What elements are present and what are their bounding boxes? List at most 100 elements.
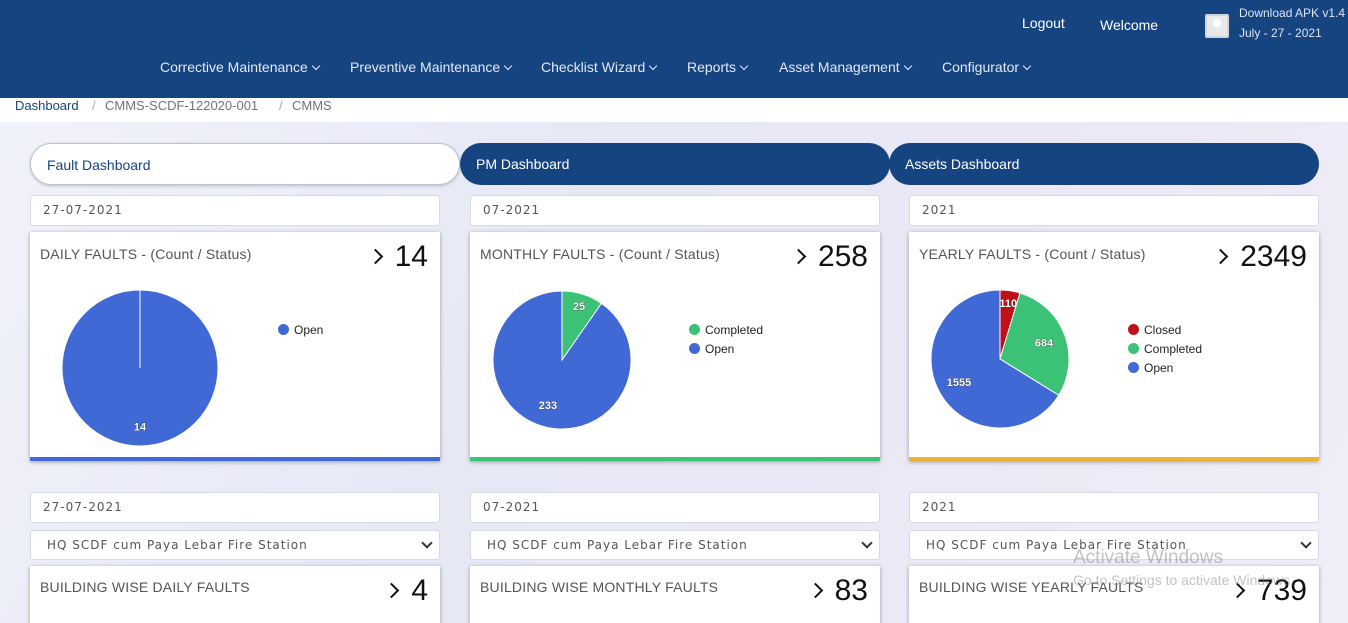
count-value: 4 — [411, 574, 428, 607]
chevron-down-icon — [649, 61, 658, 71]
card-title: BUILDING WISE MONTHLY FAULTS — [480, 579, 719, 595]
yearly-faults-pie-chart: 110 684 1555 — [930, 289, 1070, 429]
download-apk-link[interactable]: Download APK v1.4 — [1239, 6, 1345, 20]
nav-label: Corrective Maintenance — [160, 59, 308, 75]
chevron-down-icon — [503, 61, 513, 71]
tab-fault-dashboard[interactable]: Fault Dashboard — [30, 143, 460, 185]
chevron-down-icon — [739, 61, 749, 71]
chevron-right-icon — [807, 582, 823, 599]
legend-dot-icon — [1128, 343, 1139, 354]
legend-label: Closed — [1144, 322, 1182, 337]
breadcrumb-cmms: CMMS — [292, 98, 332, 113]
card-accent-bar — [30, 457, 440, 461]
pie-value-label: 110 — [999, 298, 1017, 310]
chevron-right-icon — [384, 582, 400, 599]
welcome-text: Welcome — [1100, 17, 1159, 33]
count-value: 2349 — [1240, 240, 1307, 273]
nav-corrective-maintenance[interactable]: Corrective Maintenance — [160, 59, 321, 75]
card-title: BUILDING WISE DAILY FAULTS — [40, 579, 250, 595]
card-accent-bar — [470, 457, 880, 461]
legend-item-open[interactable]: Open — [278, 320, 323, 339]
card-count[interactable]: 14 — [367, 240, 428, 274]
nav-asset-management[interactable]: Asset Management — [779, 59, 912, 75]
building-daily-select[interactable]: HQ SCDF cum Paya Lebar Fire Station — [30, 530, 440, 560]
legend-dot-icon — [689, 343, 700, 354]
top-navbar: Logout Welcome Download APK v1.4 July - … — [0, 0, 1348, 98]
chart-legend: Open — [278, 320, 323, 339]
nav-label: Reports — [687, 59, 737, 75]
legend-label: Completed — [705, 322, 764, 337]
legend-item-completed[interactable]: Completed — [689, 320, 763, 339]
chevron-right-icon — [367, 248, 383, 265]
select-value: HQ SCDF cum Paya Lebar Fire Station — [487, 538, 748, 552]
legend-dot-icon — [1128, 362, 1139, 373]
chevron-right-icon — [790, 248, 807, 265]
activate-windows-hint: Go to Settings to activate Windows. — [1073, 572, 1294, 588]
chevron-down-icon — [861, 537, 873, 549]
monthly-date-input[interactable]: 07-2021 — [470, 195, 880, 226]
chevron-down-icon — [1300, 537, 1312, 549]
monthly-faults-card: MONTHLY FAULTS - (Count / Status) 258 25… — [470, 232, 880, 461]
card-title: MONTHLY FAULTS - (Count / Status) — [480, 246, 720, 262]
legend-label: Completed — [1144, 341, 1203, 356]
pie-value-label: 14 — [134, 422, 147, 434]
building-yearly-date-input[interactable]: 2021 — [909, 492, 1319, 523]
pie-value-label: 1555 — [947, 377, 971, 389]
nav-checklist-wizard[interactable]: Checklist Wizard — [541, 59, 658, 75]
legend-label: Open — [294, 322, 324, 337]
chevron-down-icon — [1022, 61, 1032, 71]
card-count[interactable]: 4 — [384, 574, 428, 608]
nav-label: Configurator — [942, 59, 1020, 75]
daily-faults-card: DAILY FAULTS - (Count / Status) 14 14 Op… — [30, 232, 440, 461]
breadcrumb-separator: / — [279, 98, 283, 113]
building-monthly-date-input[interactable]: 07-2021 — [470, 492, 880, 523]
building-daily-faults-card: BUILDING WISE DAILY FAULTS 4 — [30, 566, 440, 623]
nav-preventive-maintenance[interactable]: Preventive Maintenance — [350, 59, 513, 75]
tab-assets-dashboard[interactable]: Assets Dashboard — [889, 143, 1319, 185]
building-monthly-select[interactable]: HQ SCDF cum Paya Lebar Fire Station — [470, 530, 880, 560]
chart-legend: Closed Completed Open — [1128, 320, 1202, 377]
card-accent-bar — [909, 457, 1319, 461]
tab-pm-dashboard[interactable]: PM Dashboard — [460, 143, 890, 185]
breadcrumb: Dashboard / CMMS-SCDF-122020-001 / CMMS — [0, 98, 1348, 122]
legend-item-closed[interactable]: Closed — [1128, 320, 1202, 339]
building-monthly-faults-card: BUILDING WISE MONTHLY FAULTS 83 — [470, 566, 880, 623]
chevron-down-icon — [903, 61, 912, 71]
chart-legend: Completed Open — [689, 320, 763, 358]
nav-reports[interactable]: Reports — [687, 59, 749, 75]
legend-dot-icon — [689, 324, 700, 335]
daily-date-input[interactable]: 27-07-2021 — [30, 195, 440, 226]
nav-configurator[interactable]: Configurator — [942, 59, 1032, 75]
card-title: DAILY FAULTS - (Count / Status) — [40, 246, 252, 262]
monthly-faults-pie-chart: 25 233 — [492, 290, 632, 430]
user-avatar-icon[interactable] — [1205, 14, 1229, 38]
breadcrumb-dashboard[interactable]: Dashboard — [15, 98, 79, 113]
count-value: 258 — [817, 240, 868, 273]
card-count[interactable]: 83 — [807, 574, 868, 608]
count-value: 83 — [834, 574, 868, 607]
legend-label: Open — [1144, 360, 1174, 375]
legend-item-open[interactable]: Open — [689, 339, 763, 358]
legend-item-open[interactable]: Open — [1128, 358, 1202, 377]
building-daily-date-input[interactable]: 27-07-2021 — [30, 492, 440, 523]
select-value: HQ SCDF cum Paya Lebar Fire Station — [47, 538, 308, 552]
yearly-date-input[interactable]: 2021 — [909, 195, 1319, 226]
activate-windows-watermark: Activate Windows — [1073, 547, 1223, 568]
yearly-faults-card: YEARLY FAULTS - (Count / Status) 2349 11… — [909, 232, 1319, 461]
daily-faults-pie-chart: 14 — [61, 289, 219, 447]
nav-label: Asset Management — [779, 59, 900, 75]
card-title: YEARLY FAULTS - (Count / Status) — [919, 246, 1146, 262]
legend-label: Open — [705, 341, 735, 356]
card-count[interactable]: 258 — [790, 240, 868, 274]
nav-label: Checklist Wizard — [541, 59, 646, 75]
card-count[interactable]: 2349 — [1212, 240, 1307, 274]
count-value: 14 — [394, 240, 428, 273]
pie-slice-open[interactable] — [492, 290, 632, 430]
legend-item-completed[interactable]: Completed — [1128, 339, 1202, 358]
chevron-right-icon — [1212, 248, 1229, 265]
legend-dot-icon — [1128, 324, 1139, 335]
logout-link[interactable]: Logout — [1022, 15, 1065, 31]
pie-value-label: 684 — [1035, 337, 1054, 349]
breadcrumb-project: CMMS-SCDF-122020-001 — [105, 98, 259, 113]
chevron-down-icon — [421, 537, 433, 549]
